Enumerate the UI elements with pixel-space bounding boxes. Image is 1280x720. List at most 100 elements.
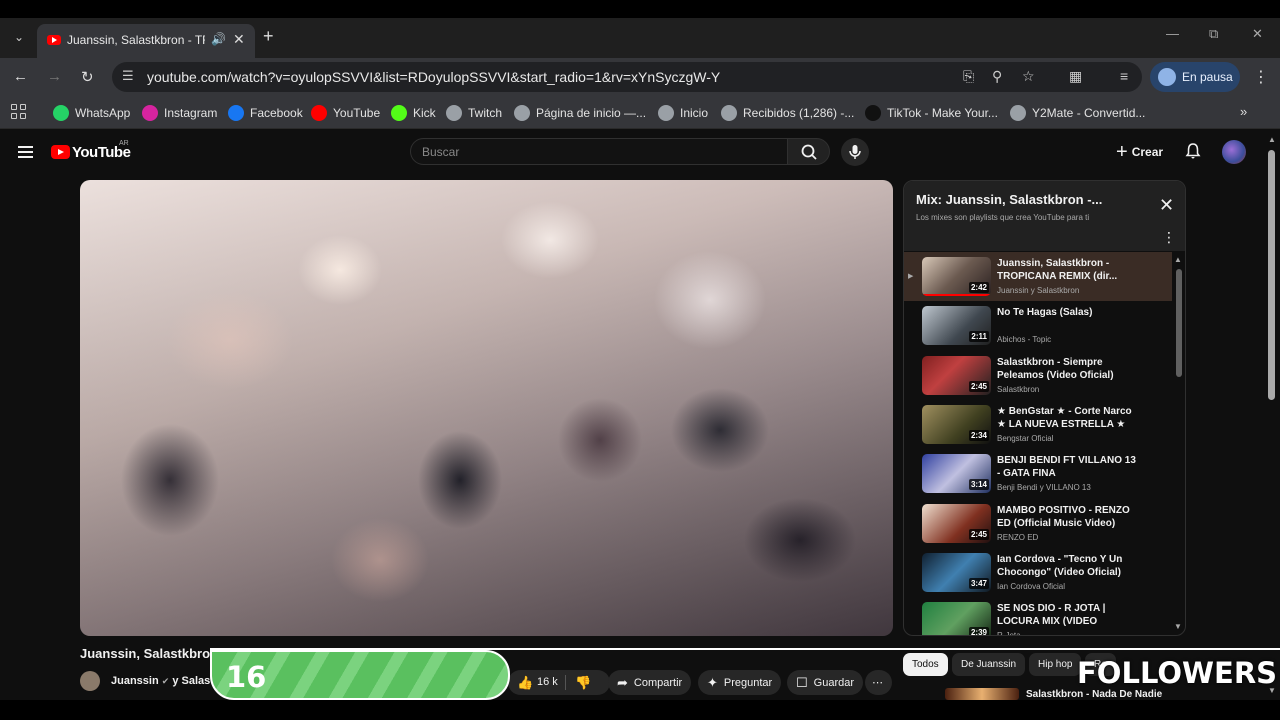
video-player[interactable] [80, 180, 893, 636]
notifications-bell-icon[interactable] [1184, 142, 1202, 160]
video-thumbnail[interactable]: 2:45 [922, 355, 991, 395]
extensions-icon[interactable]: ▦ [1069, 68, 1082, 85]
reload-icon[interactable]: ↻ [81, 68, 94, 86]
region-code: AR [119, 140, 129, 147]
playlist-item[interactable]: 3:14 BENJI BENDI FT VILLANO 13 - GATA FIN… [904, 449, 1172, 498]
install-app-icon[interactable]: ⎘ [963, 68, 974, 85]
bookmark-item[interactable]: Instagram [142, 104, 217, 122]
playlist-video-title[interactable]: Ian Cordova - "Tecno Y Un Chocongo" (Vid… [997, 553, 1137, 579]
site-info-icon[interactable]: ☰ [122, 68, 134, 84]
channel-name-primary: Juanssin [111, 675, 159, 687]
like-count[interactable]: 16 k [537, 676, 558, 688]
bookmark-item[interactable]: WhatsApp [53, 104, 130, 122]
search-button[interactable] [787, 138, 830, 165]
dislike-icon[interactable]: 👎 [575, 675, 591, 691]
bookmark-star-icon[interactable]: ☆ [1022, 68, 1035, 85]
youtube-favicon-icon [47, 35, 61, 45]
next-video-title[interactable]: Salastkbron - Nada De Nadie [1026, 689, 1162, 700]
bookmark-item[interactable]: Kick [391, 104, 436, 122]
playlist-video-title[interactable]: No Te Hagas (Salas) [997, 306, 1137, 319]
filter-chip[interactable]: De Juanssin [952, 653, 1026, 676]
create-button[interactable]: + Crear [1116, 142, 1163, 162]
video-thumbnail[interactable]: 2:11 [922, 306, 991, 346]
voice-search-button[interactable] [841, 138, 869, 166]
playlist-video-title[interactable]: ★ BenGstar ★ - Corte Narco ★ LA NUEVA ES… [997, 405, 1137, 431]
url-text[interactable]: youtube.com/watch?v=oyulopSSVVI&list=RDo… [147, 69, 720, 85]
page-scroll-up-icon[interactable]: ▲ [1268, 135, 1276, 144]
video-thumbnail[interactable]: 2:39 [922, 602, 991, 635]
playlist-item[interactable]: ▶ 2:42 Juanssin, Salastkbron - TROPICANA R… [904, 252, 1172, 301]
media-queue-icon[interactable]: ≡ [1120, 68, 1128, 84]
playlist-item[interactable]: 2:45 MAMBO POSITIVO - RENZO ED (Official … [904, 499, 1172, 548]
playlist-scrollbar[interactable] [1176, 269, 1182, 377]
bookmark-item[interactable]: Recibidos (1,286) -... [721, 104, 854, 122]
restore-icon[interactable]: ⧉ [1209, 26, 1218, 42]
playlist-video-title[interactable]: Salastkbron - Siempre Peleamos (Video Of… [997, 356, 1137, 382]
bookmark-item[interactable]: Y2Mate - Convertid... [1010, 104, 1145, 122]
bookmark-item[interactable]: Twitch [446, 104, 502, 122]
minimize-icon[interactable]: — [1166, 26, 1179, 41]
filter-chip[interactable]: Hip hop [1029, 653, 1082, 676]
omnibox[interactable]: ☰ youtube.com/watch?v=oyulopSSVVI&list=R… [112, 62, 1142, 92]
playlist-scroll-up-icon[interactable]: ▲ [1174, 255, 1182, 264]
channel-name[interactable]: Juanssin ✔ y Salas [111, 675, 210, 687]
save-button[interactable]: ☐ Guardar [787, 670, 864, 695]
forward-icon[interactable]: → [47, 68, 62, 85]
now-playing-icon: ▶ [908, 273, 914, 280]
playlist-item[interactable]: 3:47 Ian Cordova - "Tecno Y Un Chocongo" … [904, 548, 1172, 597]
tab-title: Juanssin, Salastkbron - TRO [67, 33, 205, 47]
new-tab-plus-icon[interactable]: + [263, 26, 274, 46]
bookmark-label: WhatsApp [75, 106, 131, 120]
playlist-video-channel: RENZO ED [997, 532, 1039, 542]
video-duration: 2:34 [968, 429, 989, 441]
window-close-icon[interactable]: ✕ [1252, 26, 1263, 42]
page-scrollbar[interactable] [1268, 150, 1275, 400]
playlist-title[interactable]: Mix: Juanssin, Salastkbron -... [916, 192, 1102, 207]
playlist-item[interactable]: 2:34 ★ BenGstar ★ - Corte Narco ★ LA NUEV… [904, 400, 1172, 449]
bookmarks-overflow-icon[interactable]: » [1240, 104, 1247, 119]
video-thumbnail[interactable]: 3:47 [922, 552, 991, 592]
followers-counter-bar: 16 [210, 650, 510, 700]
bookmark-item[interactable]: Facebook [228, 104, 303, 122]
tab-search-chevron-icon[interactable]: ⌄ [8, 26, 30, 48]
youtube-logo-icon[interactable] [51, 145, 70, 159]
ask-button[interactable]: ✦ Preguntar [698, 670, 782, 695]
browser-menu-icon[interactable]: ⋮ [1253, 67, 1269, 87]
bookmark-item[interactable]: Página de inicio —... [514, 104, 646, 122]
search-icon [801, 144, 817, 160]
filter-chip[interactable]: Todos [903, 653, 948, 676]
video-thumbnail[interactable]: 3:14 [922, 454, 991, 494]
bookmark-item[interactable]: TikTok - Make Your... [865, 104, 998, 122]
playlist-video-title[interactable]: BENJI BENDI FT VILLANO 13 - GATA FINA [997, 454, 1137, 480]
next-video-thumbnail[interactable] [945, 688, 1019, 700]
speaker-icon[interactable]: 🔊 [211, 32, 226, 46]
playlist-close-icon[interactable]: ✕ [1159, 196, 1174, 214]
back-icon[interactable]: ← [13, 68, 28, 85]
video-thumbnail[interactable]: 2:45 [922, 503, 991, 543]
bookmark-item[interactable]: YouTube [311, 104, 380, 122]
profile-button[interactable]: En pausa [1150, 62, 1240, 92]
playlist-video-title[interactable]: MAMBO POSITIVO - RENZO ED (Official Musi… [997, 504, 1137, 530]
search-input[interactable]: Buscar [410, 138, 788, 165]
playlist-item[interactable]: 2:45 Salastkbron - Siempre Peleamos (Vide… [904, 351, 1172, 400]
browser-tab-active[interactable]: Juanssin, Salastkbron - TRO 🔊 ✕ [37, 24, 255, 58]
channel-avatar[interactable] [80, 671, 100, 691]
apps-grid-icon[interactable] [11, 104, 27, 120]
playlist-scroll-down-icon[interactable]: ▼ [1174, 622, 1182, 631]
video-thumbnail[interactable]: 2:42 [922, 257, 991, 296]
playlist-more-icon[interactable]: ⋮ [1162, 229, 1176, 246]
like-icon[interactable]: 👍 [517, 675, 533, 691]
address-toolbar: ← → ↻ ☰ youtube.com/watch?v=oyulopSSVVI&… [0, 58, 1280, 96]
zoom-icon[interactable]: ⚲ [992, 68, 1002, 85]
playlist-item[interactable]: 2:11 No Te Hagas (Salas) Abichos - Topic [904, 301, 1172, 350]
playlist-video-title[interactable]: SE NOS DIO - R JOTA | LOCURA MIX (VIDEO … [997, 602, 1137, 629]
video-thumbnail[interactable]: 2:34 [922, 404, 991, 444]
playlist-item[interactable]: 2:39 SE NOS DIO - R JOTA | LOCURA MIX (VI… [904, 597, 1172, 635]
playlist-video-title[interactable]: Juanssin, Salastkbron - TROPICANA REMIX … [997, 257, 1137, 283]
share-button[interactable]: ➦ Compartir [608, 670, 692, 695]
tab-close-icon[interactable]: ✕ [233, 31, 245, 48]
user-avatar[interactable] [1222, 140, 1246, 164]
bookmark-item[interactable]: Inicio [658, 104, 708, 122]
hamburger-menu-icon[interactable] [18, 146, 33, 158]
more-actions-button[interactable]: ⋯ [865, 670, 892, 695]
